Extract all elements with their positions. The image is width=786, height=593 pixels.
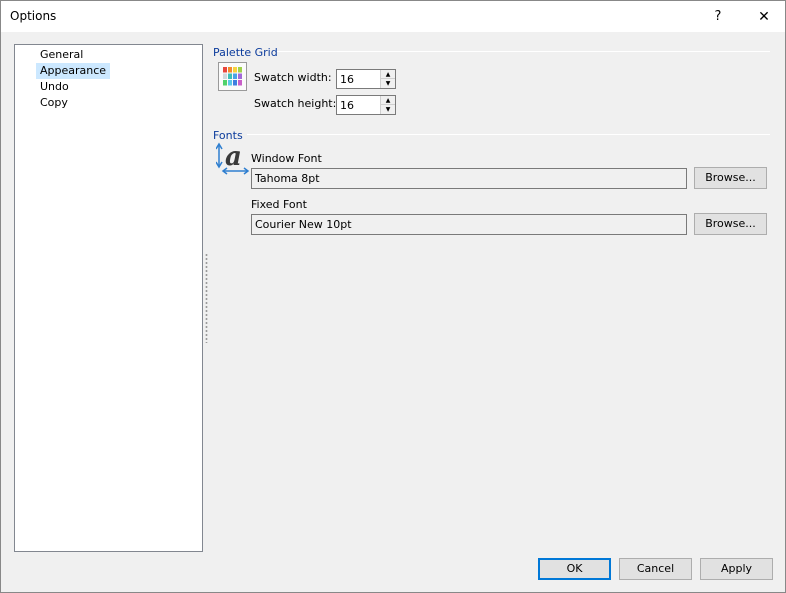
- nav-item-copy[interactable]: Copy: [36, 95, 72, 111]
- options-category-list[interactable]: General Appearance Undo Copy: [14, 44, 203, 552]
- palette-swatch: [238, 67, 242, 73]
- palette-swatch: [233, 67, 237, 73]
- swatch-height-spinner[interactable]: 16 ▲ ▼: [336, 95, 396, 115]
- fonts-divider: [247, 134, 770, 135]
- spin-up-icon[interactable]: ▲: [381, 96, 395, 105]
- palette-swatches-graphic: [223, 67, 242, 86]
- palette-swatch: [223, 67, 227, 73]
- fixed-font-value: Courier New 10pt: [255, 218, 352, 231]
- swatch-height-spin-buttons[interactable]: ▲ ▼: [380, 96, 395, 114]
- close-button[interactable]: ✕: [744, 1, 784, 32]
- splitter-handle[interactable]: [205, 253, 208, 343]
- palette-swatch: [228, 80, 232, 86]
- swatch-width-spin-buttons[interactable]: ▲ ▼: [380, 70, 395, 88]
- title-bar: Options ? ✕: [1, 1, 785, 32]
- swatch-width-value[interactable]: 16: [340, 73, 354, 86]
- apply-button[interactable]: Apply: [700, 558, 773, 580]
- cancel-button[interactable]: Cancel: [619, 558, 692, 580]
- window-title: Options: [10, 9, 57, 23]
- spin-up-icon[interactable]: ▲: [381, 70, 395, 79]
- palette-swatch: [233, 80, 237, 86]
- swatch-width-label: Swatch width:: [254, 71, 332, 84]
- fixed-font-browse-button[interactable]: Browse...: [694, 213, 767, 235]
- window-font-browse-button[interactable]: Browse...: [694, 167, 767, 189]
- palette-swatch: [228, 73, 232, 79]
- swatch-height-label: Swatch height:: [254, 97, 337, 110]
- svg-text:a: a: [225, 142, 242, 172]
- palette-swatch: [228, 67, 232, 73]
- nav-item-general[interactable]: General: [36, 47, 87, 63]
- window-font-label: Window Font: [251, 152, 322, 165]
- palette-swatch: [223, 80, 227, 86]
- window-font-field: Tahoma 8pt: [251, 168, 687, 189]
- nav-item-undo[interactable]: Undo: [36, 79, 73, 95]
- ok-button[interactable]: OK: [538, 558, 611, 580]
- palette-swatch: [223, 73, 227, 79]
- spin-down-icon[interactable]: ▼: [381, 105, 395, 114]
- swatch-height-value[interactable]: 16: [340, 99, 354, 112]
- font-size-icon: a: [216, 142, 250, 175]
- nav-item-appearance[interactable]: Appearance: [36, 63, 111, 79]
- fonts-group-title: Fonts: [213, 129, 243, 142]
- spin-down-icon[interactable]: ▼: [381, 79, 395, 88]
- swatch-width-spinner[interactable]: 16 ▲ ▼: [336, 69, 396, 89]
- window-font-value: Tahoma 8pt: [255, 172, 320, 185]
- fixed-font-field: Courier New 10pt: [251, 214, 687, 235]
- help-button[interactable]: ?: [698, 1, 738, 32]
- palette-grid-icon: [218, 62, 247, 91]
- palette-swatch: [238, 73, 242, 79]
- options-dialog: Options ? ✕ General Appearance Undo Copy…: [0, 0, 786, 593]
- palette-grid-divider: [277, 51, 770, 52]
- palette-swatch: [233, 73, 237, 79]
- palette-grid-group-title: Palette Grid: [213, 46, 278, 59]
- help-icon: ?: [714, 9, 722, 24]
- fixed-font-label: Fixed Font: [251, 198, 307, 211]
- close-icon: ✕: [758, 8, 770, 25]
- palette-swatch: [238, 80, 242, 86]
